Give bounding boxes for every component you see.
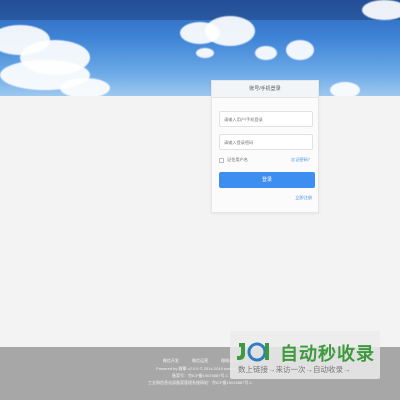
top-bar bbox=[0, 0, 400, 20]
icp-record-full[interactable]: 工业和信息化部备案管理系统网站：京ICP备19019887号-1 bbox=[0, 380, 400, 386]
remember-label: 记住用户名 bbox=[227, 157, 248, 162]
watermark-title: 自动秒收录 bbox=[280, 344, 375, 364]
cloud bbox=[286, 40, 314, 60]
register-link[interactable]: 立即注册 bbox=[295, 195, 312, 201]
login-card: 账号/手机登录 记住用户名 忘记密码？ 登录 立即注册 bbox=[211, 80, 319, 213]
forgot-password-link[interactable]: 忘记密码？ bbox=[291, 157, 312, 163]
watermark-logo-icon bbox=[237, 342, 269, 362]
remember-username[interactable]: 记住用户名 bbox=[219, 157, 248, 163]
cloud bbox=[362, 0, 400, 20]
username-input[interactable] bbox=[219, 111, 313, 127]
login-button[interactable]: 登录 bbox=[219, 172, 315, 188]
footer-link-wechat-dev[interactable]: 微信开发 bbox=[163, 358, 179, 363]
cloud bbox=[330, 82, 360, 96]
password-input[interactable] bbox=[219, 134, 313, 150]
watermark-subtitle: 数上链接→来访一次→自动收录→ bbox=[238, 365, 351, 374]
cloud bbox=[255, 46, 277, 60]
cloud bbox=[196, 48, 214, 58]
footer-link-wechat-ops[interactable]: 微信运营 bbox=[192, 358, 208, 363]
watermark: 自动秒收录 数上链接→来访一次→自动收录→ bbox=[230, 331, 380, 379]
remember-checkbox[interactable] bbox=[219, 157, 224, 163]
sky-banner bbox=[0, 0, 400, 96]
login-card-title: 账号/手机登录 bbox=[212, 81, 318, 98]
cloud bbox=[60, 78, 110, 96]
cloud bbox=[205, 16, 255, 46]
